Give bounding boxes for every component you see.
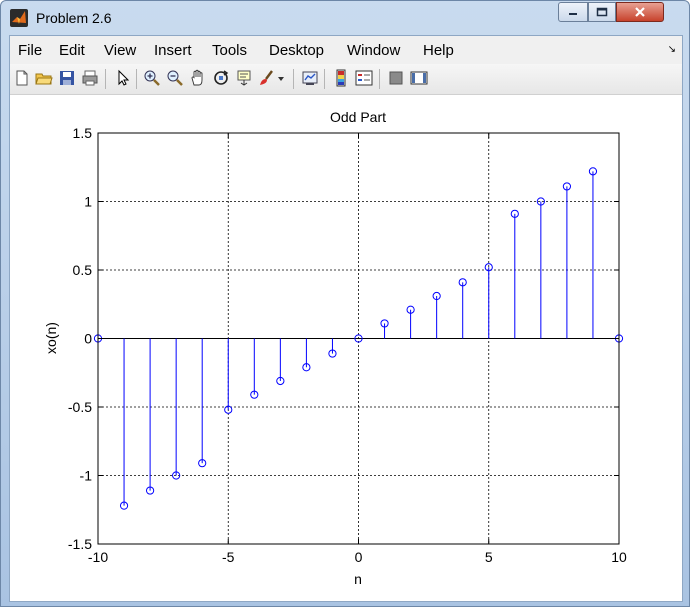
y-tick-label: 1 (84, 194, 92, 210)
x-tick-labels: -10 -5 0 5 10 (88, 549, 627, 565)
figure-client-area: File Edit View Insert Tools Desktop Wind… (9, 35, 683, 602)
y-tick-label: 1.5 (73, 125, 93, 141)
y-tick-label: -0.5 (68, 399, 92, 415)
x-tick-label: -5 (222, 549, 235, 565)
x-axis-label: n (354, 571, 362, 587)
x-tick-label: -10 (88, 549, 108, 565)
chart-title: Odd Part (330, 109, 386, 125)
y-tick-labels: 1.510.50-0.5-1-1.5 (68, 125, 92, 552)
y-axis-label: xo(n) (43, 322, 59, 354)
stem-plot[interactable]: 1.510.50-0.5-1-1.5 -10 -5 0 5 10 Odd Part n … (2, 2, 690, 609)
figure-canvas: 1.5 1 0.5 0 -0.5 -1 -1.5 -10 -5 0 5 10 Odd Part n … (10, 95, 682, 601)
x-tick-label: 5 (485, 549, 493, 565)
y-tick-label: 0 (84, 331, 92, 347)
y-tick-label: -1 (80, 468, 93, 484)
x-tick-label: 0 (355, 549, 363, 565)
figure-window: Problem 2.6 File Edit View Insert Tools … (0, 0, 690, 607)
y-tick-label: 0.5 (73, 262, 93, 278)
x-tick-label: 10 (611, 549, 627, 565)
